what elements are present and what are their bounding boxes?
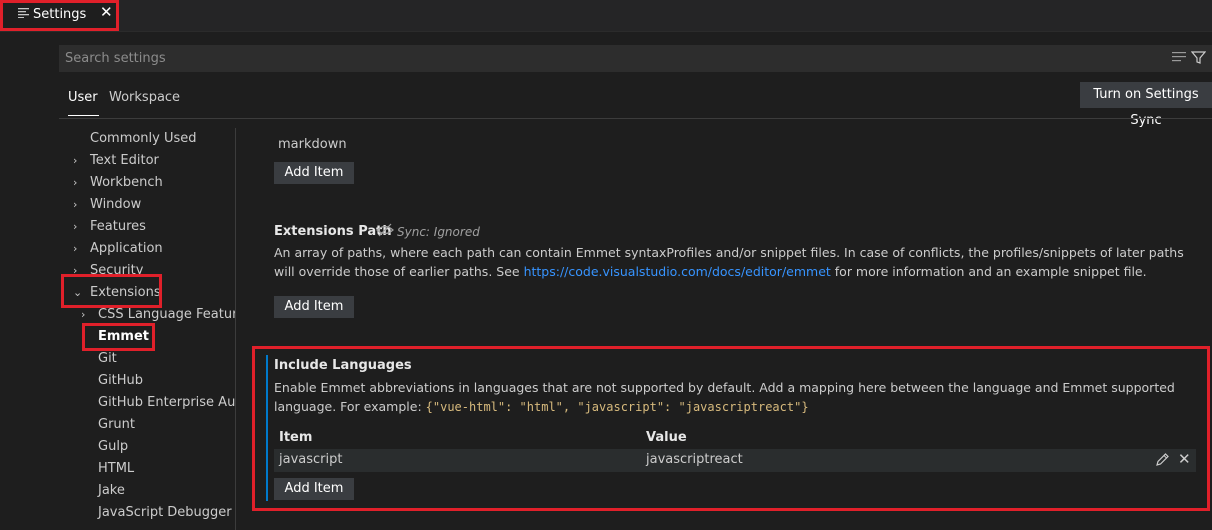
toc-item-label: Features <box>90 219 146 234</box>
toc-item-label: Security <box>90 263 144 278</box>
toc-item-label: GitHub <box>98 373 144 388</box>
remove-item-icon[interactable]: ✕ <box>1178 450 1191 468</box>
row-item: javascript <box>279 452 343 467</box>
settings-tab[interactable]: Settings ✕ <box>0 0 119 31</box>
chevron-right-icon: › <box>81 308 86 321</box>
toc-item-label: Gulp <box>98 439 129 454</box>
sync-ignored-icon <box>375 223 395 237</box>
close-icon[interactable]: ✕ <box>100 5 113 20</box>
toc-item-label: CSS Language Features <box>98 307 235 322</box>
setting-description-extensions-path: An array of paths, where each path can c… <box>274 243 1194 281</box>
toc-item-label: JavaScript Debugger <box>98 505 232 520</box>
toc-item-label: Text Editor <box>90 153 159 168</box>
settings-tab-label: Settings <box>33 7 87 22</box>
column-header-value: Value <box>646 430 687 445</box>
active-tab-underline <box>68 115 99 116</box>
edit-pencil-icon[interactable] <box>1154 452 1170 468</box>
clear-filter-icon[interactable] <box>1172 51 1186 63</box>
settings-toc: Commonly Used › Text Editor › Workbench › W… <box>59 128 235 530</box>
toc-item-label: GitHub Enterprise Aut... <box>98 395 235 410</box>
example-code: {"vue-html": "html", "javascript": "java… <box>425 400 809 414</box>
chevron-right-icon: › <box>73 264 78 277</box>
scope-tabs: User Workspace <box>59 82 1212 118</box>
emmet-docs-link[interactable]: https://code.visualstudio.com/docs/edito… <box>524 264 831 279</box>
toc-item-label: Commonly Used <box>90 131 197 146</box>
chevron-right-icon: › <box>73 176 78 189</box>
toc-item-label: Git <box>98 351 117 366</box>
setting-title-include-languages: Include Languages <box>274 358 412 373</box>
editor-tab-bar: Settings ✕ <box>0 0 1212 32</box>
toc-divider <box>235 128 236 530</box>
chevron-right-icon: › <box>73 242 78 255</box>
toc-item-label: Emmet <box>98 329 150 344</box>
toc-item-label: Window <box>90 197 142 212</box>
toc-item-label: HTML <box>98 461 135 476</box>
tab-workspace[interactable]: Workspace <box>109 90 180 105</box>
search-bar <box>59 45 1212 72</box>
filter-icon[interactable] <box>1190 50 1207 65</box>
setting-description-include-languages: Enable Emmet abbreviations in languages … <box>274 378 1194 417</box>
chevron-down-icon: ⌄ <box>73 286 83 299</box>
search-input[interactable] <box>59 45 1171 72</box>
sync-ignored-note: Sync: Ignored <box>397 225 480 239</box>
add-item-button[interactable]: Add Item <box>274 296 354 318</box>
list-value-markdown: markdown <box>278 137 347 152</box>
toc-item-label: Extensions <box>90 285 161 300</box>
turn-on-settings-sync-button[interactable]: Turn on Settings Sync <box>1080 82 1212 128</box>
chevron-right-icon: › <box>73 198 78 211</box>
toc-item-label: Jake <box>98 483 125 498</box>
add-item-button[interactable]: Add Item <box>274 162 354 184</box>
chevron-right-icon: › <box>73 154 78 167</box>
table-row[interactable]: javascript javascriptreact ✕ <box>274 449 1196 472</box>
row-value: javascriptreact <box>646 452 743 467</box>
toc-item-label: Application <box>90 241 163 256</box>
column-header-item: Item <box>279 430 313 445</box>
setting-title-extensions-path: Extensions Path <box>274 224 392 239</box>
header-divider <box>59 118 1212 119</box>
toc-item-label: Workbench <box>90 175 163 190</box>
description-text: for more information and an example snip… <box>830 264 1147 279</box>
add-item-button[interactable]: Add Item <box>274 478 354 500</box>
chevron-right-icon: › <box>73 220 78 233</box>
settings-lines-icon <box>18 7 29 18</box>
setting-focus-indicator <box>266 355 268 501</box>
toc-item-label: Grunt <box>98 417 135 432</box>
table-header: Item Value <box>274 427 1196 447</box>
tab-user[interactable]: User <box>68 90 98 105</box>
